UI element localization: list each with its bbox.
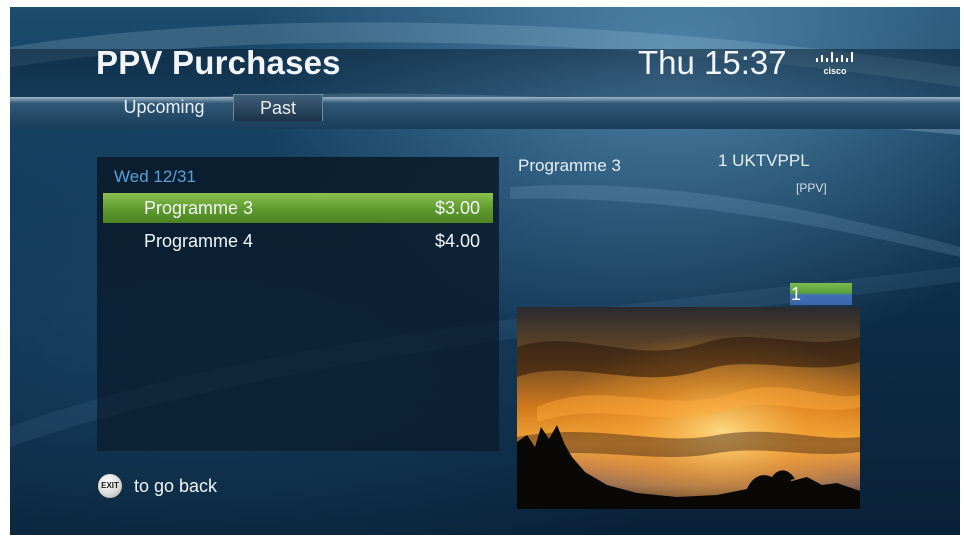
video-preview <box>517 307 860 509</box>
channel-number-badge: 1 <box>790 283 852 305</box>
exit-key-icon: EXIT <box>98 474 122 498</box>
page-title: PPV Purchases <box>96 44 341 81</box>
cisco-logo-text: cisco <box>823 66 847 76</box>
detail-programme-title: Programme 3 <box>518 156 621 175</box>
sunset-preview-image <box>517 307 860 509</box>
tab-upcoming[interactable]: Upcoming <box>110 94 218 120</box>
cisco-logo: cisco <box>816 52 853 76</box>
purchase-name: Programme 4 <box>144 231 254 251</box>
purchase-price: $3.00 <box>434 198 480 218</box>
purchase-row-programme-3[interactable]: Programme 3 $3.00 <box>103 193 493 223</box>
channel-number: 1 <box>791 284 802 304</box>
tab-past[interactable]: Past <box>233 94 323 121</box>
exit-hint: to go back <box>134 476 218 496</box>
clock: Thu 15:37 <box>638 44 787 81</box>
purchase-name: Programme 3 <box>144 198 254 218</box>
detail-channel: 1 UKTVPPL <box>718 151 810 170</box>
purchase-row-programme-4[interactable]: Programme 4 $4.00 <box>103 226 493 256</box>
purchase-price: $4.00 <box>434 231 480 251</box>
detail-ppv-tag: [PPV] <box>796 181 827 195</box>
date-heading: Wed 12/31 <box>114 167 196 186</box>
